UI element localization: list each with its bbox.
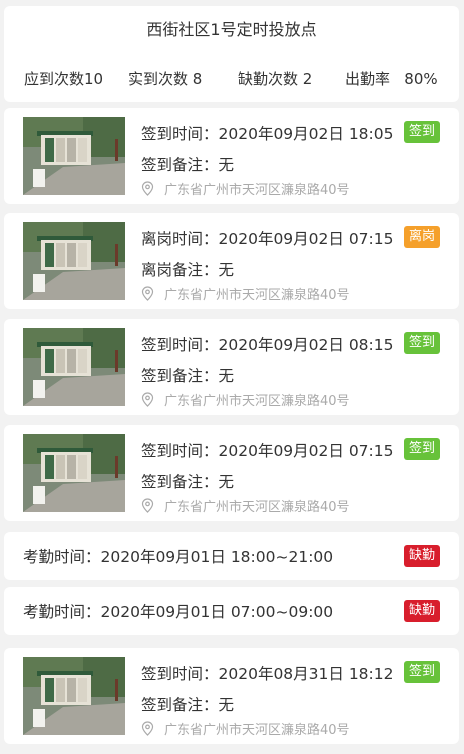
record-note: 签到备注：无: [141, 473, 235, 491]
location-pin-icon: [141, 286, 159, 301]
record-address: 广东省广州市天河区濂泉路40号: [141, 179, 350, 198]
record-time: 签到时间：2020年09月02日 07:15: [141, 442, 394, 460]
attendance-record[interactable]: 签到时间：2020年09月02日 08:15 签到 签到备注：无 广东省广州市天…: [4, 319, 459, 415]
record-address: 广东省广州市天河区濂泉路40号: [141, 719, 350, 738]
record-photo[interactable]: [23, 117, 125, 195]
record-photo[interactable]: [23, 657, 125, 735]
attendance-period: 考勤时间：2020年09月01日 18:00~21:00: [23, 548, 334, 566]
status-badge: 签到: [403, 438, 440, 460]
location-pin-icon: [141, 392, 159, 407]
location-pin-icon: [141, 181, 159, 196]
location-pin-icon: [141, 498, 159, 513]
summary-card: 西街社区1号定时投放点 应到次数10 实到次数 8 缺勤次数 2 出勤率 80%: [4, 6, 459, 102]
attendance-record[interactable]: 签到时间：2020年09月02日 18:05 签到 签到备注：无 广东省广州市天…: [4, 108, 459, 204]
status-badge: 签到: [403, 661, 440, 683]
record-address: 广东省广州市天河区濂泉路40号: [141, 390, 350, 409]
record-photo[interactable]: [23, 222, 125, 300]
status-badge: 缺勤: [403, 600, 440, 622]
actual-count: 实到次数 8: [128, 70, 203, 88]
address-text: 广东省广州市天河区濂泉路40号: [164, 723, 350, 738]
status-badge: 签到: [403, 121, 440, 143]
attendance-rate: 出勤率 80%: [345, 70, 438, 88]
attendance-period: 考勤时间：2020年09月01日 07:00~09:00: [23, 603, 334, 621]
record-address: 广东省广州市天河区濂泉路40号: [141, 284, 350, 303]
record-note: 签到备注：无: [141, 696, 235, 714]
address-text: 广东省广州市天河区濂泉路40号: [164, 183, 350, 198]
record-address: 广东省广州市天河区濂泉路40号: [141, 496, 350, 515]
absence-record[interactable]: 考勤时间：2020年09月01日 18:00~21:00 缺勤: [4, 532, 459, 580]
absence-record[interactable]: 考勤时间：2020年09月01日 07:00~09:00 缺勤: [4, 587, 459, 635]
attendance-record[interactable]: 签到时间：2020年09月02日 07:15 签到 签到备注：无 广东省广州市天…: [4, 425, 459, 521]
expected-count: 应到次数10: [24, 70, 104, 88]
record-note: 签到备注：无: [141, 156, 235, 174]
page-title: 西街社区1号定时投放点: [146, 20, 317, 39]
status-badge: 签到: [403, 332, 440, 354]
status-badge: 缺勤: [403, 545, 440, 567]
record-time: 签到时间：2020年08月31日 18:12: [141, 665, 394, 683]
address-text: 广东省广州市天河区濂泉路40号: [164, 394, 350, 409]
attendance-record[interactable]: 离岗时间：2020年09月02日 07:15 离岗 离岗备注：无 广东省广州市天…: [4, 213, 459, 309]
record-photo[interactable]: [23, 434, 125, 512]
record-time: 签到时间：2020年09月02日 08:15: [141, 336, 394, 354]
record-note: 签到备注：无: [141, 367, 235, 385]
absent-count: 缺勤次数 2: [238, 70, 313, 88]
record-photo[interactable]: [23, 328, 125, 406]
address-text: 广东省广州市天河区濂泉路40号: [164, 500, 350, 515]
attendance-record[interactable]: 签到时间：2020年08月31日 18:12 签到 签到备注：无 广东省广州市天…: [4, 648, 459, 744]
address-text: 广东省广州市天河区濂泉路40号: [164, 288, 350, 303]
record-time: 签到时间：2020年09月02日 18:05: [141, 125, 394, 143]
location-pin-icon: [141, 721, 159, 736]
record-time: 离岗时间：2020年09月02日 07:15: [141, 230, 394, 248]
record-note: 离岗备注：无: [141, 261, 235, 279]
status-badge: 离岗: [403, 226, 440, 248]
